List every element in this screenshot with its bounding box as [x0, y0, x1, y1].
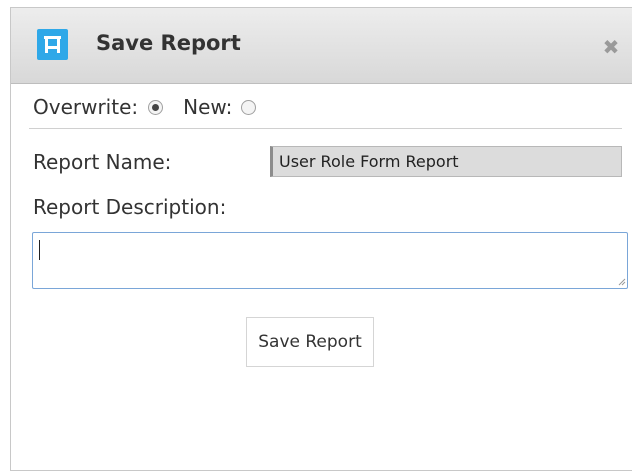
dialog-titlebar[interactable]: Save Report ✖ — [11, 8, 632, 84]
resize-grip-icon[interactable] — [618, 278, 626, 286]
overwrite-radio[interactable] — [148, 99, 164, 115]
report-app-icon — [37, 29, 68, 60]
save-report-dialog: Save Report ✖ Overwrite: New: Report Nam… — [10, 7, 632, 471]
report-description-label: Report Description: — [33, 195, 227, 219]
report-description-textarea[interactable] — [32, 232, 628, 289]
report-name-label: Report Name: — [33, 150, 172, 174]
overwrite-label: Overwrite: — [33, 95, 139, 119]
close-icon[interactable]: ✖ — [596, 33, 626, 61]
divider — [29, 128, 622, 129]
save-report-button[interactable]: Save Report — [246, 317, 374, 367]
new-radio[interactable] — [241, 99, 257, 115]
dialog-title: Save Report — [96, 31, 241, 55]
text-caret — [39, 240, 40, 260]
new-label: New: — [183, 95, 233, 119]
save-mode-row: Overwrite: New: — [33, 95, 257, 119]
report-name-input[interactable] — [270, 146, 622, 177]
